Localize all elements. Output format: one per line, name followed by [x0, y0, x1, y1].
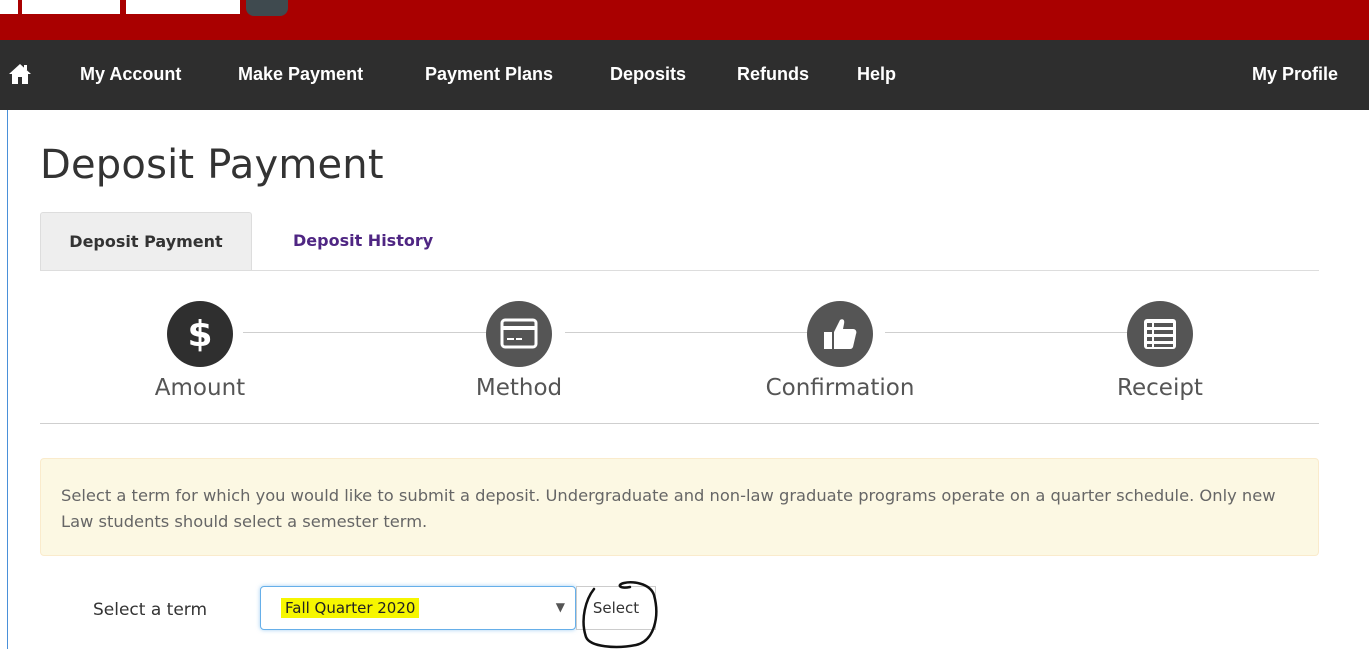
logo-badge	[246, 0, 288, 16]
step-confirmation: Confirmation	[740, 301, 940, 401]
payment-steps: $ Amount Method Confirmation Receipt	[40, 271, 1319, 424]
home-icon[interactable]	[8, 62, 32, 86]
dollar-icon: $	[167, 301, 233, 367]
nav-my-profile[interactable]: My Profile	[1252, 64, 1338, 85]
thumbs-up-icon	[807, 301, 873, 367]
step-method: Method	[419, 301, 619, 401]
nav-payment-plans[interactable]: Payment Plans	[425, 64, 553, 85]
step-receipt: Receipt	[1060, 301, 1260, 401]
credit-card-icon	[486, 301, 552, 367]
step-label: Amount	[154, 375, 246, 401]
main-navbar: My Account Make Payment Payment Plans De…	[0, 40, 1369, 110]
university-logo[interactable]	[0, 0, 240, 14]
step-amount: $ Amount	[100, 301, 300, 401]
nav-my-account[interactable]: My Account	[80, 64, 181, 85]
tab-bar: Deposit Payment Deposit History	[40, 212, 1319, 271]
brand-header	[0, 0, 1369, 40]
tab-deposit-history[interactable]: Deposit History	[293, 212, 433, 270]
nav-help[interactable]: Help	[857, 64, 896, 85]
chevron-down-icon: ▼	[555, 600, 565, 614]
term-select[interactable]: Fall Quarter 2020 ▼	[260, 586, 576, 630]
nav-refunds[interactable]: Refunds	[737, 64, 809, 85]
step-label: Receipt	[1117, 375, 1203, 401]
page-title: Deposit Payment	[40, 142, 384, 188]
term-select-label: Select a term	[93, 600, 208, 620]
term-info-alert: Select a term for which you would like t…	[40, 458, 1319, 556]
step-label: Confirmation	[765, 375, 915, 401]
svg-text:$: $	[187, 314, 212, 355]
nav-deposits[interactable]: Deposits	[610, 64, 686, 85]
step-label: Method	[475, 375, 563, 401]
tab-deposit-payment[interactable]: Deposit Payment	[40, 212, 252, 270]
alert-text: Select a term for which you would like t…	[61, 486, 1276, 531]
nav-make-payment[interactable]: Make Payment	[238, 64, 363, 85]
list-icon	[1127, 301, 1193, 367]
hand-drawn-circle-annotation	[582, 581, 658, 649]
selected-term-value: Fall Quarter 2020	[281, 598, 420, 618]
